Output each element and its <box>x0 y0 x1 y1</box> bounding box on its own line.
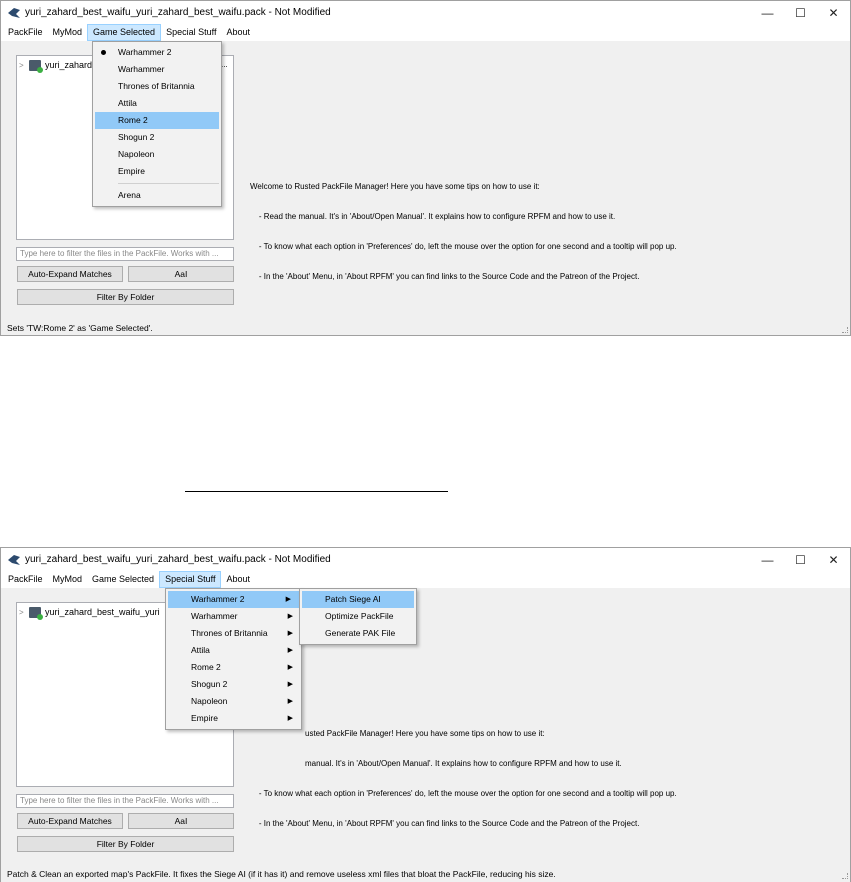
welcome-line: - In the 'About' Menu, in 'About RPFM' y… <box>250 272 640 281</box>
filter-by-folder-button[interactable]: Filter By Folder <box>17 289 234 305</box>
auto-expand-button[interactable]: Auto-Expand Matches <box>17 813 123 829</box>
game-selected-menu: Warhammer 2 Warhammer Thrones of Britann… <box>92 41 222 207</box>
packfile-icon <box>29 59 43 73</box>
app-icon <box>8 7 20 18</box>
menu-bar: PackFile MyMod Game Selected Special Stu… <box>1 571 850 588</box>
special-game-item[interactable]: Thrones of Britannia ▶ <box>166 625 301 642</box>
resize-grip-icon[interactable] <box>842 873 848 879</box>
filter-input[interactable]: Type here to filter the files in the Pac… <box>16 794 234 808</box>
special-game-item[interactable]: Napoleon ▶ <box>166 693 301 710</box>
close-button[interactable]: ✕ <box>817 548 850 571</box>
bottom-window: yuri_zahard_best_waifu_yuri_zahard_best_… <box>0 547 851 882</box>
special-game-item[interactable]: Shogun 2 ▶ <box>166 676 301 693</box>
auto-expand-button[interactable]: Auto-Expand Matches <box>17 266 123 282</box>
tree-item-label: yuri_zahard_best_waifu_yuri <box>45 607 160 617</box>
tree-row[interactable]: > yuri_zahard_best_waifu_yuri <box>19 605 160 620</box>
welcome-line: manual. It's in 'About/Open Manual'. It … <box>305 759 622 768</box>
special-game-warhammer2[interactable]: Warhammer 2 ▶ <box>168 591 299 608</box>
status-bar: Sets 'TW:Rome 2' as 'Game Selected'. <box>7 323 153 333</box>
submenu-arrow-icon: ▶ <box>287 613 293 620</box>
welcome-line: usted PackFile Manager! Here you have so… <box>305 729 545 738</box>
welcome-line: Welcome to Rusted PackFile Manager! Here… <box>250 182 540 191</box>
title-bar: yuri_zahard_best_waifu_yuri_zahard_best_… <box>1 548 850 571</box>
welcome-text: usted PackFile Manager! Here you have so… <box>250 709 677 849</box>
main-area: > yuri_zahard_best_waifu_yuri Type here … <box>1 588 850 882</box>
warhammer2-submenu: Patch Siege AI Optimize PackFile Generat… <box>299 588 417 645</box>
game-option[interactable]: Shogun 2 <box>93 129 221 146</box>
minimize-button[interactable]: — <box>751 548 784 571</box>
game-option[interactable]: Napoleon <box>93 146 221 163</box>
maximize-button[interactable]: ☐ <box>784 548 817 571</box>
menu-bar: PackFile MyMod Game Selected Special Stu… <box>1 24 850 41</box>
game-option[interactable]: Warhammer <box>93 61 221 78</box>
submenu-arrow-icon: ▶ <box>287 647 293 654</box>
special-stuff-menu: Warhammer 2 ▶ Warhammer ▶ Thrones of Brita… <box>165 588 302 730</box>
divider-line <box>185 491 448 492</box>
welcome-line: - Read the manual. It's in 'About/Open M… <box>250 212 616 221</box>
welcome-line: - To know what each option in 'Preferenc… <box>250 789 677 798</box>
app-icon <box>8 554 20 565</box>
tree-item-label: yuri_zahard <box>45 60 93 70</box>
game-option[interactable]: Empire <box>93 163 221 180</box>
special-game-item[interactable]: Attila ▶ <box>166 642 301 659</box>
expand-arrow-icon[interactable]: > <box>19 608 29 617</box>
game-option[interactable]: Attila <box>93 95 221 112</box>
status-bar: Patch & Clean an exported map's PackFile… <box>7 869 556 879</box>
menu-about[interactable]: About <box>221 24 255 41</box>
case-sensitive-button[interactable]: AaI <box>128 266 234 282</box>
maximize-button[interactable]: ☐ <box>784 1 817 24</box>
menu-mymod[interactable]: MyMod <box>48 571 88 588</box>
case-sensitive-button[interactable]: AaI <box>128 813 234 829</box>
close-button[interactable]: ✕ <box>817 1 850 24</box>
game-option[interactable]: Thrones of Britannia <box>93 78 221 95</box>
welcome-line: - To know what each option in 'Preferenc… <box>250 242 677 251</box>
special-game-item[interactable]: Warhammer ▶ <box>166 608 301 625</box>
minimize-button[interactable]: — <box>751 1 784 24</box>
submenu-arrow-icon: ▶ <box>287 715 293 722</box>
filter-by-folder-button[interactable]: Filter By Folder <box>17 836 234 852</box>
special-game-item[interactable]: Rome 2 ▶ <box>166 659 301 676</box>
menu-about[interactable]: About <box>221 571 255 588</box>
submenu-arrow-icon: ▶ <box>285 596 291 603</box>
menu-special-stuff[interactable]: Special Stuff <box>161 24 221 41</box>
welcome-text: Welcome to Rusted PackFile Manager! Here… <box>250 162 677 302</box>
menu-packfile[interactable]: PackFile <box>1 571 48 588</box>
resize-grip-icon[interactable] <box>842 327 848 333</box>
tree-label-ellipsis: ... <box>221 60 228 69</box>
checked-bullet-icon <box>101 50 106 55</box>
game-option[interactable]: Warhammer 2 <box>93 44 221 61</box>
filter-input[interactable]: Type here to filter the files in the Pac… <box>16 247 234 261</box>
submenu-arrow-icon: ▶ <box>287 681 293 688</box>
packfile-icon <box>29 606 43 620</box>
menu-packfile[interactable]: PackFile <box>1 24 48 41</box>
menu-separator <box>118 183 219 184</box>
window-title: yuri_zahard_best_waifu_yuri_zahard_best_… <box>25 7 331 18</box>
menu-mymod[interactable]: MyMod <box>48 24 88 41</box>
submenu-arrow-icon: ▶ <box>287 630 293 637</box>
tree-row[interactable]: > yuri_zahard <box>19 58 93 73</box>
optimize-packfile-option[interactable]: Optimize PackFile <box>300 608 416 625</box>
welcome-line: - In the 'About' Menu, in 'About RPFM' y… <box>250 819 640 828</box>
patch-siege-ai-option[interactable]: Patch Siege AI <box>302 591 414 608</box>
game-option-arena[interactable]: Arena <box>93 187 221 204</box>
menu-game-selected[interactable]: Game Selected <box>87 571 159 588</box>
expand-arrow-icon[interactable]: > <box>19 61 29 70</box>
top-window: yuri_zahard_best_waifu_yuri_zahard_best_… <box>0 0 851 336</box>
title-bar: yuri_zahard_best_waifu_yuri_zahard_best_… <box>1 1 850 24</box>
game-option-highlighted[interactable]: Rome 2 <box>95 112 219 129</box>
special-game-item[interactable]: Empire ▶ <box>166 710 301 727</box>
menu-game-selected[interactable]: Game Selected <box>87 24 162 41</box>
submenu-arrow-icon: ▶ <box>287 698 293 705</box>
submenu-arrow-icon: ▶ <box>287 664 293 671</box>
generate-pak-file-option[interactable]: Generate PAK File <box>300 625 416 642</box>
window-title: yuri_zahard_best_waifu_yuri_zahard_best_… <box>25 554 331 565</box>
menu-special-stuff[interactable]: Special Stuff <box>159 571 222 588</box>
